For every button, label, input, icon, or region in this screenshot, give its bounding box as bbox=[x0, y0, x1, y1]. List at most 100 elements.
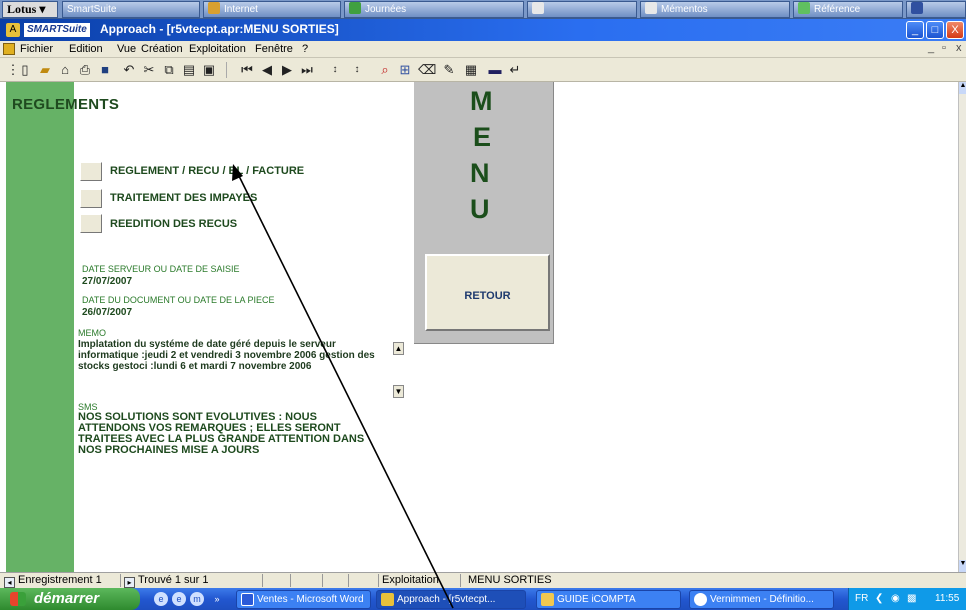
word-icon bbox=[241, 593, 254, 606]
memo-scroll-down-icon[interactable]: ▼ bbox=[393, 385, 404, 398]
menu-edition[interactable]: Edition bbox=[69, 43, 103, 55]
approach-icon bbox=[381, 593, 394, 606]
smartsuite-drawer[interactable]: SmartSuite bbox=[62, 1, 200, 18]
menu-creation[interactable]: Création bbox=[141, 43, 183, 55]
status-separator bbox=[348, 574, 349, 587]
journees-drawer[interactable]: Journées bbox=[344, 1, 524, 18]
reference-icon bbox=[798, 2, 810, 14]
paste-icon[interactable]: ▤ bbox=[180, 61, 198, 79]
delete-record-icon[interactable]: ⌫ bbox=[418, 61, 436, 79]
smartmaster-icon[interactable]: ⌂ bbox=[56, 61, 74, 79]
cut-icon[interactable]: ✂ bbox=[140, 61, 158, 79]
tray-media-icon[interactable]: ◉ bbox=[891, 593, 900, 604]
mementos-icon bbox=[645, 2, 657, 14]
impayes-label[interactable]: TRAITEMENT DES IMPAYES bbox=[110, 192, 257, 204]
tray-back-icon[interactable]: ❮ bbox=[875, 593, 883, 604]
previous-record-icon[interactable]: ◀ bbox=[258, 61, 276, 79]
reedition-label[interactable]: REEDITION DES RECUS bbox=[110, 218, 237, 230]
tray-network-icon[interactable]: ▩ bbox=[907, 593, 916, 604]
taskbar-word[interactable]: Ventes - Microsoft Word bbox=[236, 590, 371, 609]
print-icon[interactable]: ⎙ bbox=[76, 61, 94, 79]
smartsuite-brand: SMARTSuite bbox=[24, 23, 90, 37]
reglement-button[interactable] bbox=[80, 162, 102, 181]
unnamed-drawer[interactable] bbox=[527, 1, 637, 18]
found-indicator: ▸ Trouvé 1 sur 1 bbox=[124, 574, 209, 588]
quicklaunch-ie-icon[interactable]: e bbox=[154, 592, 168, 606]
new-file-icon[interactable]: ▯ bbox=[16, 61, 34, 79]
memo-label: MEMO bbox=[78, 328, 106, 338]
document-icon[interactable] bbox=[3, 43, 15, 55]
lotus-menu-button[interactable]: Lotus ▾ bbox=[2, 1, 58, 18]
approach-app-icon[interactable]: A bbox=[6, 23, 20, 37]
copy-icon[interactable]: ⧉ bbox=[160, 61, 178, 79]
mdi-close-icon[interactable]: x bbox=[956, 42, 962, 54]
scroll-down-icon[interactable]: ▼ bbox=[959, 560, 966, 572]
taskbar-guide-icompta[interactable]: GUIDE iCOMPTA bbox=[536, 590, 681, 609]
memo-scroll-up-icon[interactable]: ▲ bbox=[393, 342, 404, 355]
menu-letter-u: U bbox=[470, 194, 490, 224]
record-indicator[interactable]: ◂ Enregistrement 1 bbox=[4, 574, 102, 588]
page-title: REGLEMENTS bbox=[12, 96, 120, 113]
taskbar-vernimmen[interactable]: Vernimmen - Définitio... bbox=[689, 590, 834, 609]
quicklaunch-media-icon[interactable]: m bbox=[190, 592, 204, 606]
close-button[interactable]: X bbox=[946, 21, 964, 39]
form-area: REGLEMENTS REGLEMENT / RECU / BL / FACTU… bbox=[0, 82, 958, 572]
language-indicator[interactable]: FR bbox=[855, 593, 868, 604]
mode-indicator[interactable]: Exploitation bbox=[382, 574, 439, 586]
status-bar: ◂ Enregistrement 1 ▸ Trouvé 1 sur 1 Exploi… bbox=[0, 572, 966, 588]
menu-vue[interactable]: Vue bbox=[117, 43, 136, 55]
date-server-value: 27/07/2007 bbox=[82, 276, 133, 287]
form-icon[interactable]: ▣ bbox=[200, 61, 218, 79]
scroll-up-icon[interactable]: ▲ bbox=[959, 82, 966, 94]
menu-fichier[interactable]: Fichier bbox=[20, 43, 53, 55]
undo-icon[interactable]: ↶ bbox=[120, 61, 138, 79]
new-record-icon[interactable]: ✎ bbox=[440, 61, 458, 79]
date-server-label: DATE SERVEUR OU DATE DE SAISIE bbox=[82, 264, 240, 274]
open-file-icon[interactable]: ▰ bbox=[36, 61, 54, 79]
mdi-restore-icon[interactable]: ▫ bbox=[942, 42, 946, 54]
reference-drawer[interactable]: Référence bbox=[793, 1, 903, 18]
suite-extra-drawer[interactable] bbox=[906, 1, 966, 18]
mementos-drawer[interactable]: Mémentos bbox=[640, 1, 790, 18]
record-nav-icon: ◂ bbox=[4, 577, 15, 588]
find-icon[interactable]: ⌕ bbox=[376, 61, 394, 79]
enter-icon[interactable]: ↵ bbox=[506, 61, 524, 79]
menu-help[interactable]: ? bbox=[302, 43, 308, 55]
menu-bar: Fichier Edition Vue Création Exploitatio… bbox=[0, 41, 966, 58]
title-bar: A SMARTSuite Approach - [r5vtecpt.apr:ME… bbox=[0, 19, 966, 41]
next-record-icon[interactable]: ▶ bbox=[278, 61, 296, 79]
internet-drawer[interactable]: Internet bbox=[203, 1, 341, 18]
reedition-button[interactable] bbox=[80, 214, 102, 233]
menu-letter-m: M bbox=[470, 86, 493, 116]
last-record-icon[interactable]: ⏭ bbox=[298, 61, 316, 79]
status-separator bbox=[322, 574, 323, 587]
vertical-scrollbar[interactable]: ▲ ▼ bbox=[958, 82, 966, 572]
retour-button[interactable]: RETOUR bbox=[425, 254, 550, 331]
worksheet-icon[interactable]: ▦ bbox=[462, 61, 480, 79]
start-button[interactable]: démarrer bbox=[0, 588, 140, 610]
minimize-button[interactable]: _ bbox=[906, 21, 924, 39]
status-separator bbox=[290, 574, 291, 587]
sort-descending-icon[interactable]: ↕ bbox=[348, 61, 366, 79]
report-icon[interactable]: ▬ bbox=[486, 61, 504, 79]
impayes-button[interactable] bbox=[80, 189, 102, 208]
mdi-minimize-icon[interactable]: _ bbox=[928, 42, 934, 54]
toolbar: ⋮ ▯ ▰ ⌂ ⎙ ■ ↶ ✂ ⧉ ▤ ▣ ⏮ ◀ ▶ ⏭ ↕ ↕ ⌕ ⊞ ⌫ … bbox=[0, 58, 966, 82]
reglement-label[interactable]: REGLEMENT / RECU / BL / FACTURE bbox=[110, 165, 304, 177]
sort-ascending-icon[interactable]: ↕ bbox=[326, 61, 344, 79]
memo-field[interactable]: Implatation du systéme de date géré depu… bbox=[78, 339, 388, 372]
clock: 11:55 bbox=[935, 593, 960, 604]
menu-letter-n: N bbox=[470, 158, 490, 188]
quicklaunch-more-icon[interactable]: » bbox=[210, 592, 224, 606]
menu-fenetre[interactable]: Fenêtre bbox=[255, 43, 293, 55]
menu-panel: M E N U RETOUR bbox=[414, 82, 554, 344]
taskbar-approach[interactable]: Approach - [r5vtecpt... bbox=[376, 590, 526, 609]
view-indicator[interactable]: MENU SORTIES bbox=[468, 574, 552, 586]
maximize-button[interactable]: □ bbox=[926, 21, 944, 39]
quicklaunch-browser-icon[interactable]: e bbox=[172, 592, 186, 606]
find-sort-icon[interactable]: ⊞ bbox=[396, 61, 414, 79]
first-record-icon[interactable]: ⏮ bbox=[238, 61, 256, 79]
menu-letter-e: E bbox=[473, 122, 492, 152]
save-icon[interactable]: ■ bbox=[96, 61, 114, 79]
menu-exploitation[interactable]: Exploitation bbox=[189, 43, 246, 55]
